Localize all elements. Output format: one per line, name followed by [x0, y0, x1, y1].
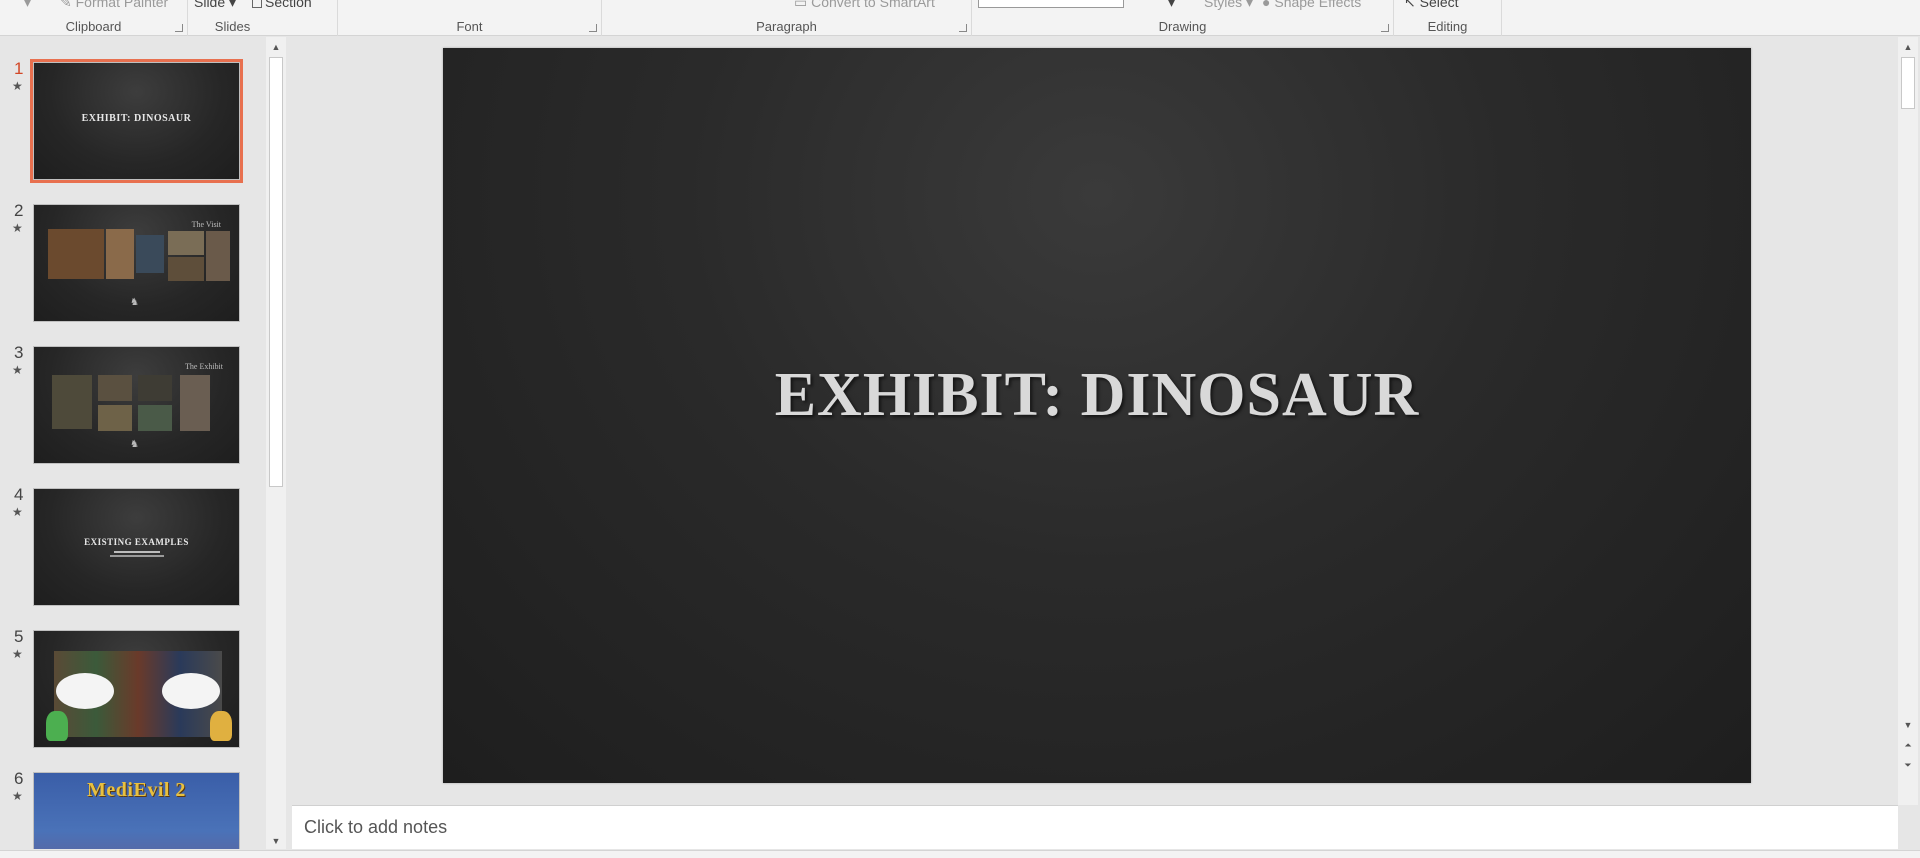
- slide-number: 1: [14, 59, 24, 78]
- previous-slide-icon[interactable]: ⏶: [1898, 737, 1918, 753]
- new-slide-button[interactable]: Slide ▾: [194, 0, 236, 11]
- font-launcher-icon[interactable]: [589, 24, 597, 32]
- thumbnail-slide-2[interactable]: 2 ★ The Visit ♞: [0, 201, 270, 322]
- thumbnail-slide-5[interactable]: 5 ★: [0, 627, 270, 748]
- brush-icon: ✎: [60, 0, 76, 10]
- photo-placeholder: [138, 405, 172, 431]
- thumbnail-title: The Exhibit: [185, 362, 223, 371]
- next-slide-icon[interactable]: ⏷: [1898, 757, 1918, 773]
- character-icon: [210, 711, 232, 741]
- slide-thumbnail[interactable]: EXHIBIT: DINOSAUR: [30, 59, 243, 183]
- convert-smartart-button[interactable]: ▭ Convert to SmartArt: [794, 0, 935, 11]
- section-button[interactable]: Section: [252, 0, 312, 10]
- thumbnail-title: EXHIBIT: DINOSAUR: [81, 113, 192, 124]
- scroll-down-icon[interactable]: ▼: [1898, 717, 1918, 733]
- thumbnail-scrollbar[interactable]: ▲ ▼: [266, 37, 286, 849]
- notes-pane[interactable]: Click to add notes: [292, 805, 1898, 849]
- shape-effects-button[interactable]: ● Shape Effects: [1262, 0, 1361, 10]
- scroll-up-icon[interactable]: ▲: [266, 39, 286, 55]
- photo-placeholder: [180, 375, 210, 431]
- slide-thumbnail[interactable]: The Exhibit ♞: [33, 346, 240, 464]
- thumbnail-title: MediEvil 2: [87, 779, 186, 801]
- slides-label: Slides: [214, 19, 251, 34]
- select-button[interactable]: ↖ Select: [1404, 0, 1459, 11]
- photo-placeholder: [206, 231, 230, 281]
- animation-star-icon: ★: [12, 221, 23, 235]
- subtitle-line: [114, 551, 160, 553]
- slide-number: 2: [14, 201, 24, 220]
- slide-thumbnail[interactable]: The Visit ♞: [33, 204, 240, 322]
- photo-placeholder: [48, 229, 104, 279]
- notes-placeholder[interactable]: Click to add notes: [304, 817, 447, 838]
- paragraph-launcher-icon[interactable]: [959, 24, 967, 32]
- scroll-up-icon[interactable]: ▲: [1898, 39, 1918, 55]
- animation-star-icon: ★: [12, 789, 23, 803]
- clipboard-launcher-icon[interactable]: [175, 24, 183, 32]
- thumbnail-slide-4[interactable]: 4 ★ EXISTING EXAMPLES: [0, 485, 270, 606]
- animation-star-icon: ★: [12, 79, 23, 93]
- animation-star-icon: ★: [12, 647, 23, 661]
- drawing-launcher-icon[interactable]: [1381, 24, 1389, 32]
- editing-group: ↖ Select Editing: [1394, 0, 1502, 36]
- thumbnail-slide-6[interactable]: 6 ★ MediEvil 2: [0, 769, 270, 849]
- slide-number: 3: [14, 343, 24, 362]
- quick-styles-button[interactable]: Styles ▾: [1204, 0, 1253, 11]
- photo-placeholder: [106, 229, 134, 279]
- slide-canvas[interactable]: EXHIBIT: DINOSAUR: [443, 48, 1751, 783]
- animation-star-icon: ★: [12, 363, 23, 377]
- photo-placeholder: [138, 375, 172, 401]
- clipboard-label: Clipboard: [65, 19, 122, 34]
- speech-bubble: [162, 673, 220, 709]
- speech-bubble: [56, 673, 114, 709]
- section-icon: [252, 0, 262, 9]
- photo-placeholder: [136, 235, 164, 273]
- paste-dropdown-icon[interactable]: ▾: [24, 0, 31, 11]
- thumbnail-slide-3[interactable]: 3 ★ The Exhibit ♞: [0, 343, 270, 464]
- scrollbar-thumb[interactable]: [269, 57, 283, 487]
- cursor-icon: ↖: [1404, 0, 1420, 10]
- paragraph-group: ▭ Convert to SmartArt Paragraph: [602, 0, 972, 36]
- photo-placeholder: [98, 375, 132, 401]
- thumbnail-slide-1[interactable]: 1 ★ EXHIBIT: DINOSAUR: [0, 59, 270, 183]
- slide-title[interactable]: EXHIBIT: DINOSAUR: [443, 360, 1751, 431]
- dinosaur-logo-icon: ♞: [130, 297, 139, 308]
- slide-thumbnail[interactable]: EXISTING EXAMPLES: [33, 488, 240, 606]
- dinosaur-logo-icon: ♞: [130, 439, 139, 450]
- shapes-gallery[interactable]: [978, 0, 1124, 8]
- ribbon: ▾ ✎ Format Painter Clipboard Slide ▾ Sec…: [0, 0, 1920, 36]
- status-bar: [0, 850, 1920, 858]
- font-label: Font: [456, 19, 483, 34]
- paragraph-label: Paragraph: [756, 19, 817, 34]
- subtitle-line: [110, 555, 164, 557]
- slide-number: 5: [14, 627, 24, 646]
- photo-placeholder: [52, 375, 92, 429]
- smartart-icon: ▭: [794, 0, 812, 10]
- effects-icon: ●: [1262, 0, 1275, 10]
- gallery-dropdown-icon[interactable]: ▾: [1168, 0, 1175, 11]
- animation-star-icon: ★: [12, 505, 23, 519]
- thumbnail-title: EXISTING EXAMPLES: [84, 537, 189, 547]
- slide-thumbnail-pane: 1 ★ EXHIBIT: DINOSAUR 2 ★ The Visit ♞ 3 …: [0, 37, 288, 849]
- font-group: Font: [338, 0, 602, 36]
- character-icon: [46, 711, 68, 741]
- slide-thumbnail[interactable]: [33, 630, 240, 748]
- photo-placeholder: [168, 231, 204, 255]
- editing-label: Editing: [1427, 19, 1468, 34]
- drawing-label: Drawing: [1158, 19, 1207, 34]
- scroll-down-icon[interactable]: ▼: [266, 833, 286, 849]
- slide-thumbnail[interactable]: MediEvil 2: [33, 772, 240, 849]
- drawing-group: ▾ Styles ▾ ● Shape Effects Drawing: [972, 0, 1394, 36]
- clipboard-group: ▾ ✎ Format Painter Clipboard: [0, 0, 188, 36]
- photo-placeholder: [168, 257, 204, 281]
- slide-number: 4: [14, 485, 24, 504]
- format-painter-button[interactable]: ✎ Format Painter: [60, 0, 168, 11]
- photo-placeholder: [98, 405, 132, 431]
- scrollbar-thumb[interactable]: [1901, 57, 1915, 109]
- slide-scrollbar[interactable]: ▲ ▼ ⏶ ⏷: [1898, 37, 1918, 805]
- slide-number: 6: [14, 769, 24, 788]
- slides-group: Slide ▾ Section Slides: [188, 0, 338, 36]
- thumbnail-title: The Visit: [191, 220, 221, 229]
